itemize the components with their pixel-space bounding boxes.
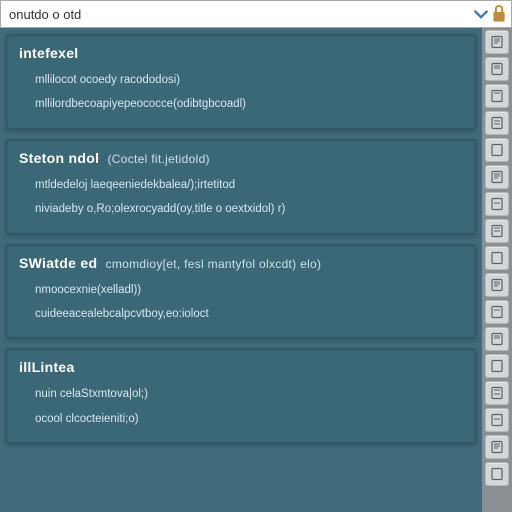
result-card[interactable]: intefexel mllilocot ocoedy racododosi) m… <box>6 34 476 129</box>
main-layout: intefexel mllilocot ocoedy racododosi) m… <box>0 28 512 512</box>
tool-button[interactable] <box>485 273 509 297</box>
result-card[interactable]: illLintea nuin celaStxmtova|ol;) ocool c… <box>6 348 476 443</box>
tool-button[interactable] <box>485 111 509 135</box>
tool-button[interactable] <box>485 327 509 351</box>
tool-button[interactable] <box>485 300 509 324</box>
result-snippet: mllilocot ocoedy racododosi) <box>35 71 463 89</box>
tool-button[interactable] <box>485 138 509 162</box>
result-title-text: illLintea <box>19 359 75 375</box>
result-snippet: nmoocexnie(xelladl)) <box>35 281 463 299</box>
tool-button[interactable] <box>485 381 509 405</box>
tool-button[interactable] <box>485 462 509 486</box>
result-title: intefexel <box>19 45 463 61</box>
tool-button[interactable] <box>485 435 509 459</box>
result-title: SWiatde ed cmomdioy[et, fesl mantyfol ol… <box>19 255 463 271</box>
search-bar <box>0 0 512 28</box>
result-title-text: SWiatde ed <box>19 255 97 271</box>
result-title-text: intefexel <box>19 45 79 61</box>
result-title-text: Steton ndol <box>19 150 99 166</box>
result-snippet: ocool clcocteieniti;o) <box>35 410 463 428</box>
tool-button[interactable] <box>485 246 509 270</box>
result-snippet: mllilordbecoapiyepeococce(odibtgbcoadl) <box>35 95 463 113</box>
result-card[interactable]: SWiatde ed cmomdioy[et, fesl mantyfol ol… <box>6 244 476 339</box>
search-input[interactable] <box>5 5 473 24</box>
tool-button[interactable] <box>485 354 509 378</box>
results-panel: intefexel mllilocot ocoedy racododosi) m… <box>0 28 482 512</box>
result-title-meta: (Coctel fit.jetidold) <box>108 152 210 166</box>
result-snippet: mtldedeloj laeqeeniedekbalea/);irtetitod <box>35 176 463 194</box>
tool-button[interactable] <box>485 84 509 108</box>
tool-button[interactable] <box>485 57 509 81</box>
result-snippet: cuideeacealebcalpcvtboy,eo:ioloct <box>35 305 463 323</box>
result-title: Steton ndol (Coctel fit.jetidold) <box>19 150 463 166</box>
result-title: illLintea <box>19 359 463 375</box>
chevron-down-icon[interactable] <box>473 6 489 22</box>
tool-button[interactable] <box>485 30 509 54</box>
result-snippet: niviadeby o,Ro;olexrocyadd(oy,title o oe… <box>35 200 463 218</box>
result-card[interactable]: Steton ndol (Coctel fit.jetidold) mtlded… <box>6 139 476 234</box>
tool-button[interactable] <box>485 165 509 189</box>
tool-button[interactable] <box>485 219 509 243</box>
tool-sidebar <box>482 28 512 512</box>
lock-icon <box>491 6 507 22</box>
tool-button[interactable] <box>485 192 509 216</box>
tool-button[interactable] <box>485 408 509 432</box>
result-snippet: nuin celaStxmtova|ol;) <box>35 385 463 403</box>
result-title-meta: cmomdioy[et, fesl mantyfol olxcdt) elo) <box>106 257 322 271</box>
results-list: intefexel mllilocot ocoedy racododosi) m… <box>0 28 482 453</box>
